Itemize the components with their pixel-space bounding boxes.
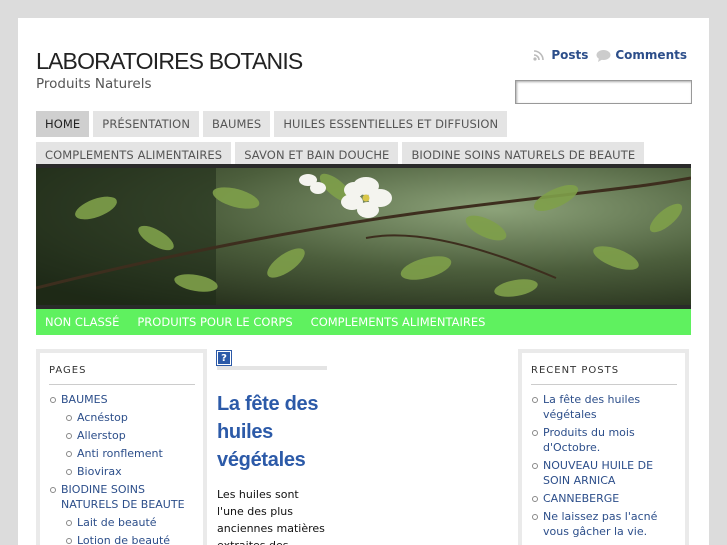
post-excerpt: Les huiles sont l'une des plus anciennes… bbox=[217, 488, 325, 545]
site-title[interactable]: LABORATOIRES BOTANIS bbox=[36, 48, 303, 75]
list-item[interactable]: Ne laissez pas l'acné vous gâcher la vie… bbox=[531, 509, 677, 539]
recent-posts-list: La fête des huiles végétales Produits du… bbox=[531, 392, 677, 539]
recent-posts-widget: RECENT POSTS La fête des huiles végétale… bbox=[518, 349, 689, 545]
list-item[interactable]: Biovirax bbox=[65, 464, 195, 479]
comment-bubble-icon bbox=[596, 49, 611, 62]
site-description: Produits Naturels bbox=[36, 76, 152, 92]
category-complements[interactable]: COMPLEMENTS ALIMENTAIRES bbox=[302, 309, 495, 335]
nav-item-presentation[interactable]: PRÉSENTATION bbox=[93, 111, 200, 137]
list-item[interactable]: NOUVEAU HUILE DE SOIN ARNICA bbox=[531, 458, 677, 488]
feed-links: Posts Comments bbox=[532, 48, 687, 62]
post-title[interactable]: La fête des huiles végétales bbox=[217, 390, 327, 474]
recent-posts-title: RECENT POSTS bbox=[531, 365, 677, 385]
pages-widget-title: PAGES bbox=[49, 365, 195, 385]
category-non-classe[interactable]: NON CLASSÉ bbox=[36, 309, 128, 335]
comments-feed-label: Comments bbox=[615, 48, 687, 62]
list-item[interactable]: BAUMES bbox=[49, 392, 195, 407]
nav-item-huiles[interactable]: HUILES ESSENTIELLES ET DIFFUSION bbox=[274, 111, 508, 137]
posts-feed-link[interactable]: Posts bbox=[532, 48, 588, 62]
list-item[interactable]: BIODINE SOINS NATURELS DE BEAUTE bbox=[49, 482, 195, 512]
pages-list: BAUMES Acnéstop Allerstop Anti ronflemen… bbox=[49, 392, 195, 545]
list-item[interactable]: Lotion de beauté bbox=[65, 533, 195, 545]
nav-item-home[interactable]: HOME bbox=[36, 111, 90, 137]
header-image bbox=[36, 164, 691, 309]
list-item[interactable]: Acnéstop bbox=[65, 410, 195, 425]
list-item[interactable]: Allerstop bbox=[65, 428, 195, 443]
unknown-category-icon[interactable]: ? bbox=[216, 350, 232, 366]
nav-item-baumes[interactable]: BAUMES bbox=[203, 111, 271, 137]
category-produits-corps[interactable]: PRODUITS POUR LE CORPS bbox=[128, 309, 301, 335]
category-nav: NON CLASSÉ PRODUITS POUR LE CORPS COMPLE… bbox=[36, 309, 691, 335]
post-divider bbox=[217, 366, 327, 370]
rss-icon bbox=[533, 49, 545, 61]
posts-feed-label: Posts bbox=[551, 48, 589, 62]
pages-widget: PAGES BAUMES Acnéstop Allerstop Anti ron… bbox=[36, 349, 207, 545]
page: LABORATOIRES BOTANIS Produits Naturels P… bbox=[18, 18, 709, 545]
list-item[interactable]: Produits du mois d'Octobre. bbox=[531, 425, 677, 455]
list-item[interactable]: Anti ronflement bbox=[65, 446, 195, 461]
list-item[interactable]: La fête des huiles végétales bbox=[531, 392, 677, 422]
post: ? La fête des huiles végétales Les huile… bbox=[216, 350, 327, 545]
comments-feed-link[interactable]: Comments bbox=[596, 48, 687, 62]
list-item[interactable]: CANNEBERGE bbox=[531, 491, 677, 506]
flower-branch-image bbox=[36, 168, 691, 305]
list-item[interactable]: Lait de beauté bbox=[65, 515, 195, 530]
search-input[interactable] bbox=[515, 80, 692, 104]
